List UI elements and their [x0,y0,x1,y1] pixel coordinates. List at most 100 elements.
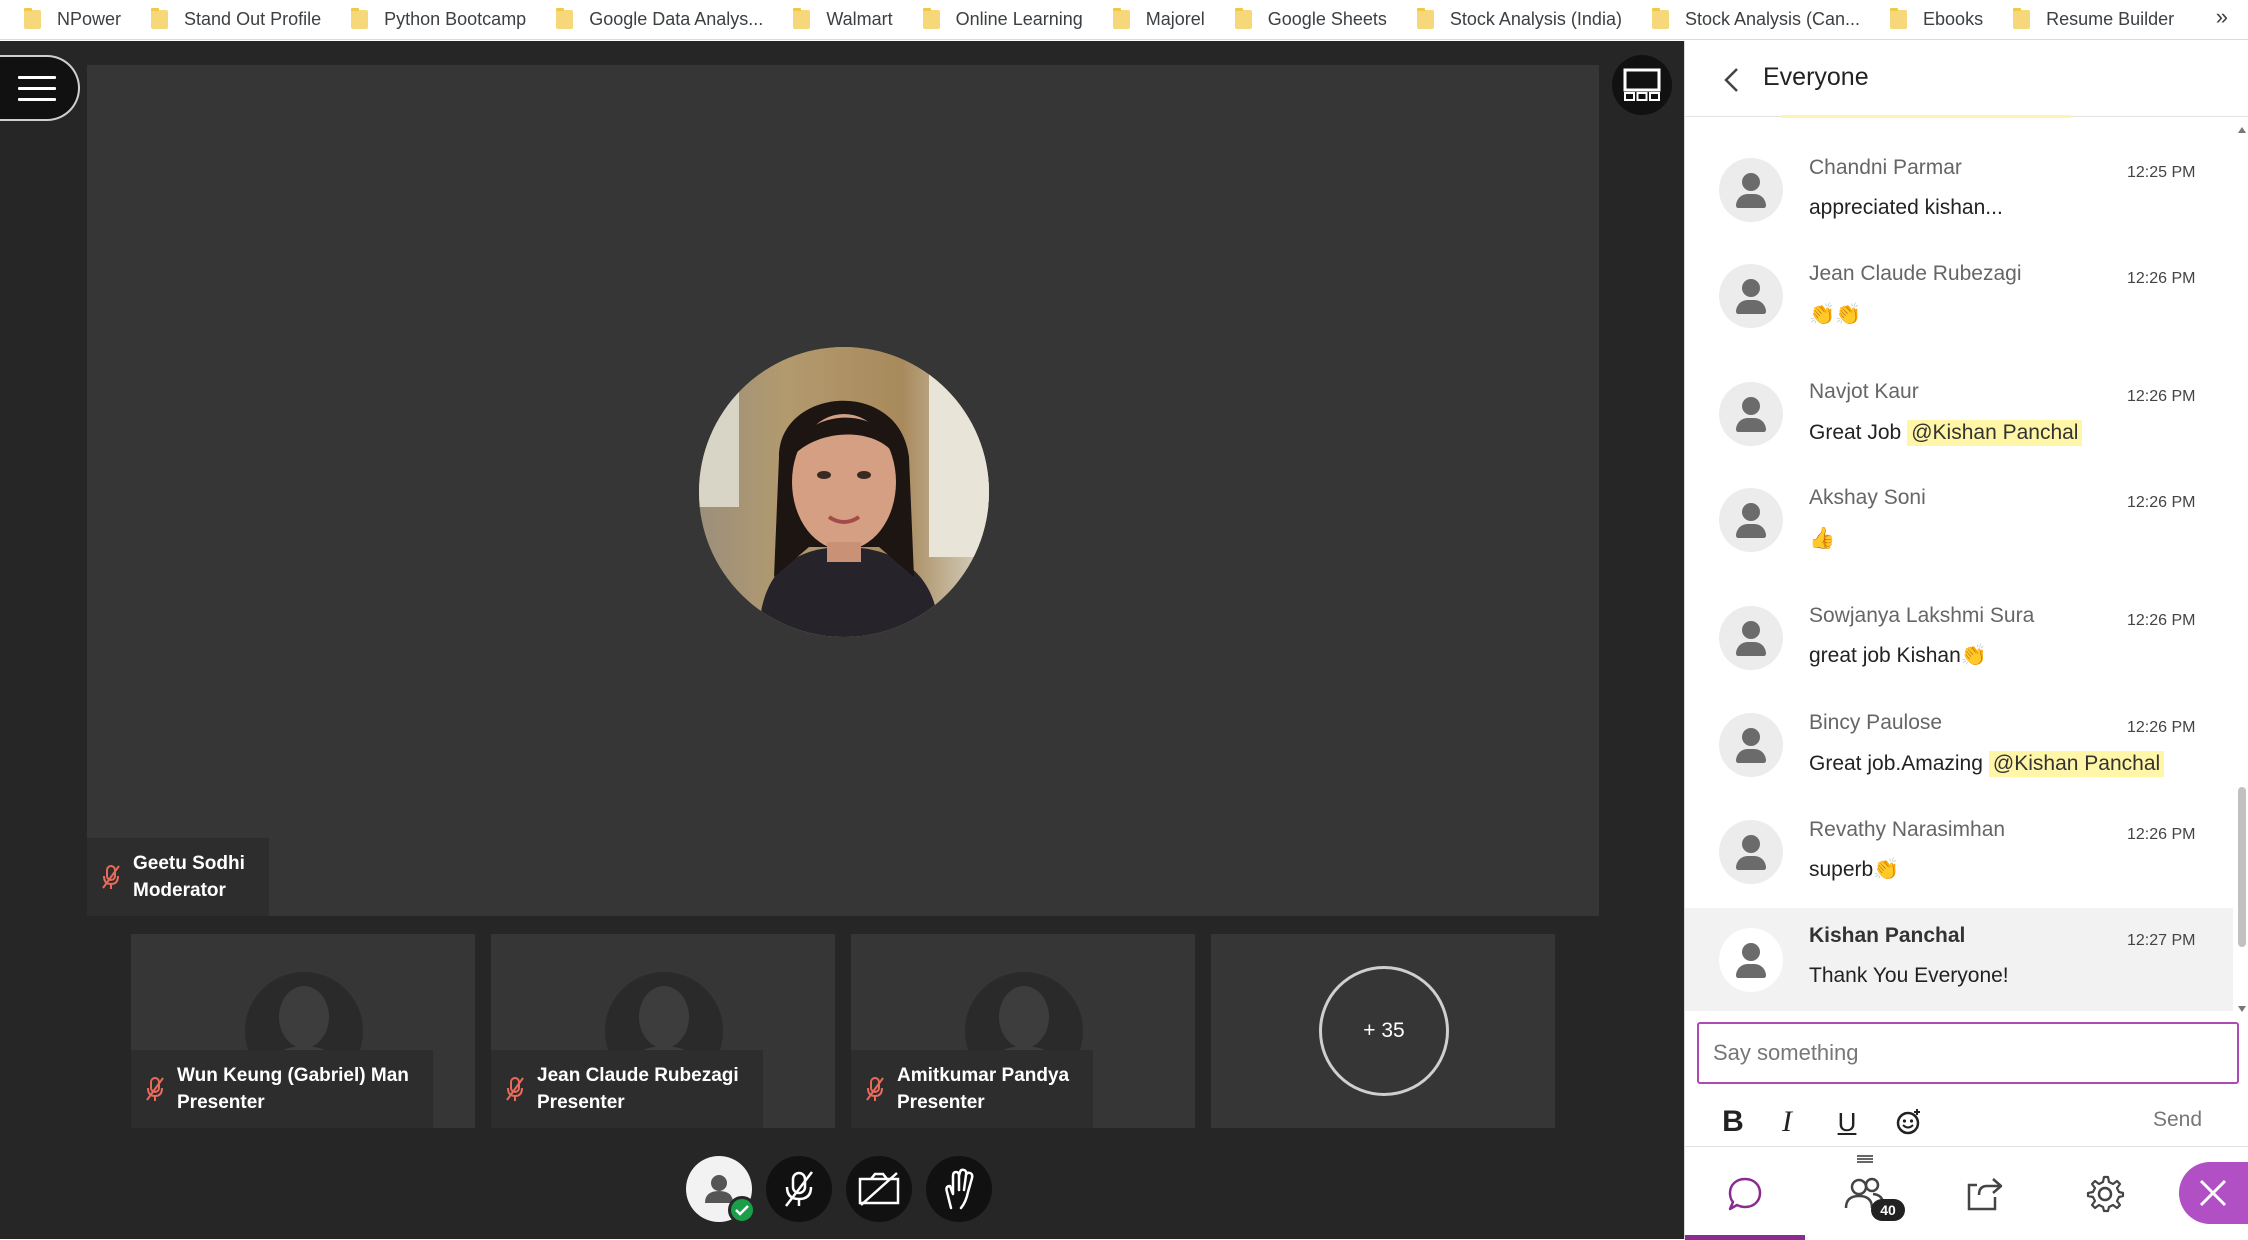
speaker-name: Geetu Sodhi [133,853,245,874]
bookmark-majorel[interactable]: Majorel [1112,8,1205,30]
bookmark-walmart[interactable]: Walmart [793,8,893,30]
participant-name-tag: Amitkumar Pandya Presenter [851,1050,1094,1128]
bookmark-google-data-analysis[interactable]: Google Data Analys... [556,8,763,30]
user-avatar-icon [1719,488,1783,552]
bookmark-google-sheets[interactable]: Google Sheets [1234,8,1387,30]
mic-muted-icon [146,1077,164,1101]
folder-icon [2013,8,2031,29]
tab-attendees[interactable]: 40 [1805,1147,1925,1240]
bookmark-resume-builder[interactable]: Resume Builder [2013,8,2174,30]
participant-role: Presenter [897,1092,985,1113]
message-time: 12:26 PM [2127,270,2196,287]
mic-muted-icon [102,865,120,889]
bookmark-stock-analysis-india[interactable]: Stock Analysis (India) [1416,8,1622,30]
main-speaker-video: Geetu Sodhi Moderator [87,65,1599,916]
bookmarks-overflow-button[interactable]: » [2216,4,2228,30]
scroll-up-arrow-icon[interactable] [2238,127,2246,133]
layout-grid-icon [1623,68,1661,101]
participant-name: Wun Keung (Gabriel) Man [177,1065,409,1086]
bold-button[interactable]: B [1715,1104,1751,1140]
message-clap-emoji: 👏👏 [1809,303,1862,326]
bookmark-ebooks[interactable]: Ebooks [1890,8,1983,30]
microphone-toggle-button[interactable] [766,1156,832,1222]
video-stage: Geetu Sodhi Moderator Wun Keung (Gabriel… [0,41,1684,1239]
layout-toggle-button[interactable] [1612,55,1672,115]
folder-icon [922,8,940,29]
bookmark-online-learning[interactable]: Online Learning [922,8,1083,30]
chat-message-list[interactable]: Chandni Parmar 12:25 PM appreciated kish… [1685,118,2233,1011]
scroll-down-arrow-icon[interactable] [2238,1006,2246,1012]
chat-bubble-icon [1728,1177,1762,1210]
panel-tab-bar: 40 [1685,1146,2248,1240]
speaker-photo [699,347,989,637]
message-text: Thank You Everyone! [1809,964,2009,987]
chat-message: Sowjanya Lakshmi Sura 12:26 PM great job… [1685,566,2233,672]
close-icon [2199,1179,2227,1207]
tab-share-content[interactable] [1925,1147,2045,1240]
message-text: great job Kishan👏 [1809,644,1987,667]
menu-button[interactable] [0,55,80,121]
message-time: 12:26 PM [2127,388,2196,405]
folder-icon [1890,8,1908,29]
gear-icon [2086,1175,2125,1212]
scroll-thumb[interactable] [2238,787,2246,947]
folder-icon [151,8,169,29]
tab-settings[interactable] [2045,1147,2165,1240]
message-author: Akshay Soni [1809,486,1926,509]
share-icon [1967,1177,2003,1210]
chat-message: Jean Claude Rubezagi 12:26 PM 👏👏 [1685,224,2233,330]
participant-role: Presenter [537,1092,625,1113]
message-time: 12:25 PM [2127,164,2196,181]
chat-message-input[interactable] [1699,1024,2237,1082]
folder-icon [1651,8,1669,29]
folder-icon [351,8,369,29]
send-button[interactable]: Send [2153,1108,2202,1132]
mention-tag[interactable]: @Kishan Panchal [1907,420,2083,446]
user-avatar-icon [1719,158,1783,222]
menu-icon [18,75,56,79]
tab-chat[interactable] [1685,1147,1805,1240]
chat-compose-box[interactable] [1697,1022,2239,1084]
message-author: Revathy Narasimhan [1809,818,2006,841]
camera-toggle-button[interactable] [846,1156,912,1222]
folder-icon [1112,8,1130,29]
drag-grip-icon [1857,1155,1873,1163]
bookmark-stock-analysis-canada[interactable]: Stock Analysis (Can... [1651,8,1860,30]
more-participants-count: + 35 [1319,966,1449,1096]
mic-muted-icon [506,1077,524,1101]
bookmark-python-bootcamp[interactable]: Python Bootcamp [351,8,526,30]
participant-tile[interactable]: Jean Claude Rubezagi Presenter [491,934,835,1128]
close-panel-button[interactable] [2179,1162,2248,1224]
emoji-picker-button[interactable] [1891,1104,1927,1140]
folder-icon [793,8,811,29]
participant-name-tag: Jean Claude Rubezagi Presenter [491,1050,763,1128]
user-avatar-icon [1719,606,1783,670]
folder-icon [1416,8,1434,29]
italic-button[interactable]: I [1769,1104,1805,1140]
chat-header: Everyone [1685,41,2248,118]
chat-scrollbar[interactable] [2235,127,2247,1012]
emoji-smiley-icon [1896,1109,1920,1135]
user-avatar-icon [1719,928,1783,992]
speaker-name-tag: Geetu Sodhi Moderator [87,838,269,916]
mention-tag[interactable]: @Kishan Panchal [1988,751,2165,777]
participant-role: Presenter [177,1092,265,1113]
my-status-button[interactable] [686,1156,756,1224]
chat-message: Navjot Kaur 12:26 PM Great Job @Kishan P… [1685,342,2233,448]
participant-tile[interactable]: Amitkumar Pandya Presenter [851,934,1195,1128]
raise-hand-button[interactable] [926,1156,992,1222]
bookmark-npower[interactable]: NPower [24,8,121,30]
message-time: 12:26 PM [2127,719,2196,736]
bookmark-stand-out-profile[interactable]: Stand Out Profile [151,8,321,30]
message-thumbs-up-emoji: 👍 [1809,527,1836,550]
more-participants-tile[interactable]: + 35 [1211,934,1555,1128]
bookmarks-bar: NPower Stand Out Profile Python Bootcamp… [0,0,2248,40]
participant-tile[interactable]: Wun Keung (Gabriel) Man Presenter [131,934,475,1128]
participant-name: Jean Claude Rubezagi [537,1065,739,1086]
message-text: Great Job @Kishan Panchal [1809,420,2083,446]
back-chevron-icon[interactable] [1721,67,1745,93]
mic-muted-icon [866,1077,884,1101]
underline-button[interactable]: U [1829,1104,1865,1140]
chat-message: Revathy Narasimhan 12:26 PM superb👏 [1685,780,2233,886]
message-author: Chandni Parmar [1809,156,1962,179]
